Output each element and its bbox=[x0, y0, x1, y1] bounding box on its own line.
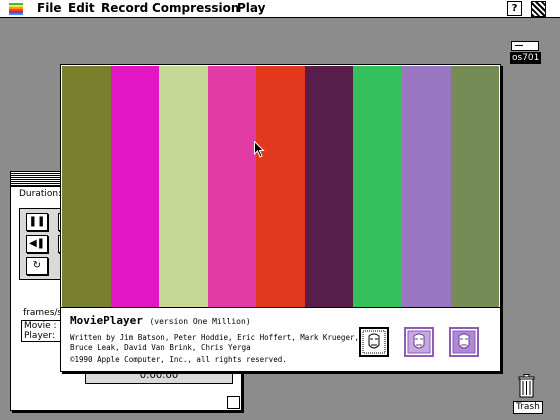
color-bar bbox=[207, 66, 257, 307]
menu-bar: File Edit Record Compression Play ? bbox=[0, 0, 560, 18]
step-back-button[interactable]: ◀❚ bbox=[26, 235, 48, 253]
menu-play[interactable]: Play bbox=[237, 1, 265, 16]
loop-button[interactable]: ↻ bbox=[26, 257, 48, 275]
color-bar bbox=[159, 66, 208, 307]
pause-button[interactable]: ❚❚ bbox=[26, 213, 48, 231]
color-bar bbox=[110, 66, 160, 307]
color-bar bbox=[401, 66, 451, 307]
disk-label[interactable]: os701 bbox=[510, 52, 542, 64]
app-name: MoviePlayer bbox=[70, 314, 143, 327]
face-seal-icon bbox=[359, 327, 389, 357]
help-icon[interactable]: ? bbox=[507, 1, 522, 16]
credits-text: Written by Jim Batson, Peter Hoddie, Eri… bbox=[70, 333, 359, 352]
menu-record[interactable]: Record bbox=[101, 1, 148, 16]
menu-compression[interactable]: Compression bbox=[152, 1, 239, 16]
application-menu-icon[interactable] bbox=[531, 1, 546, 17]
frames-per-second-label: frames/s bbox=[23, 308, 63, 318]
resize-box[interactable] bbox=[227, 396, 240, 409]
menu-file[interactable]: File bbox=[37, 1, 62, 16]
face-seal-icon bbox=[404, 327, 434, 357]
color-bar bbox=[304, 66, 354, 307]
color-bars bbox=[62, 66, 500, 307]
about-window: MoviePlayer (version One Million) Writte… bbox=[60, 64, 501, 372]
color-bar bbox=[62, 66, 111, 307]
apple-menu-icon[interactable] bbox=[9, 1, 23, 16]
color-bar bbox=[450, 66, 500, 307]
mouse-pointer-icon bbox=[254, 141, 265, 158]
face-seal-icon bbox=[449, 327, 479, 357]
version-label: (version One Million) bbox=[149, 317, 251, 326]
trash-label[interactable]: Trash bbox=[513, 401, 543, 414]
menu-edit[interactable]: Edit bbox=[68, 1, 95, 16]
color-bar bbox=[256, 66, 305, 307]
divider bbox=[61, 307, 500, 308]
copyright-text: ©1990 Apple Computer, Inc., all rights r… bbox=[70, 355, 287, 364]
disk-icon[interactable] bbox=[511, 41, 539, 51]
color-bar bbox=[353, 66, 402, 307]
about-title: MoviePlayer (version One Million) bbox=[70, 315, 251, 328]
trash-icon[interactable] bbox=[518, 374, 535, 398]
